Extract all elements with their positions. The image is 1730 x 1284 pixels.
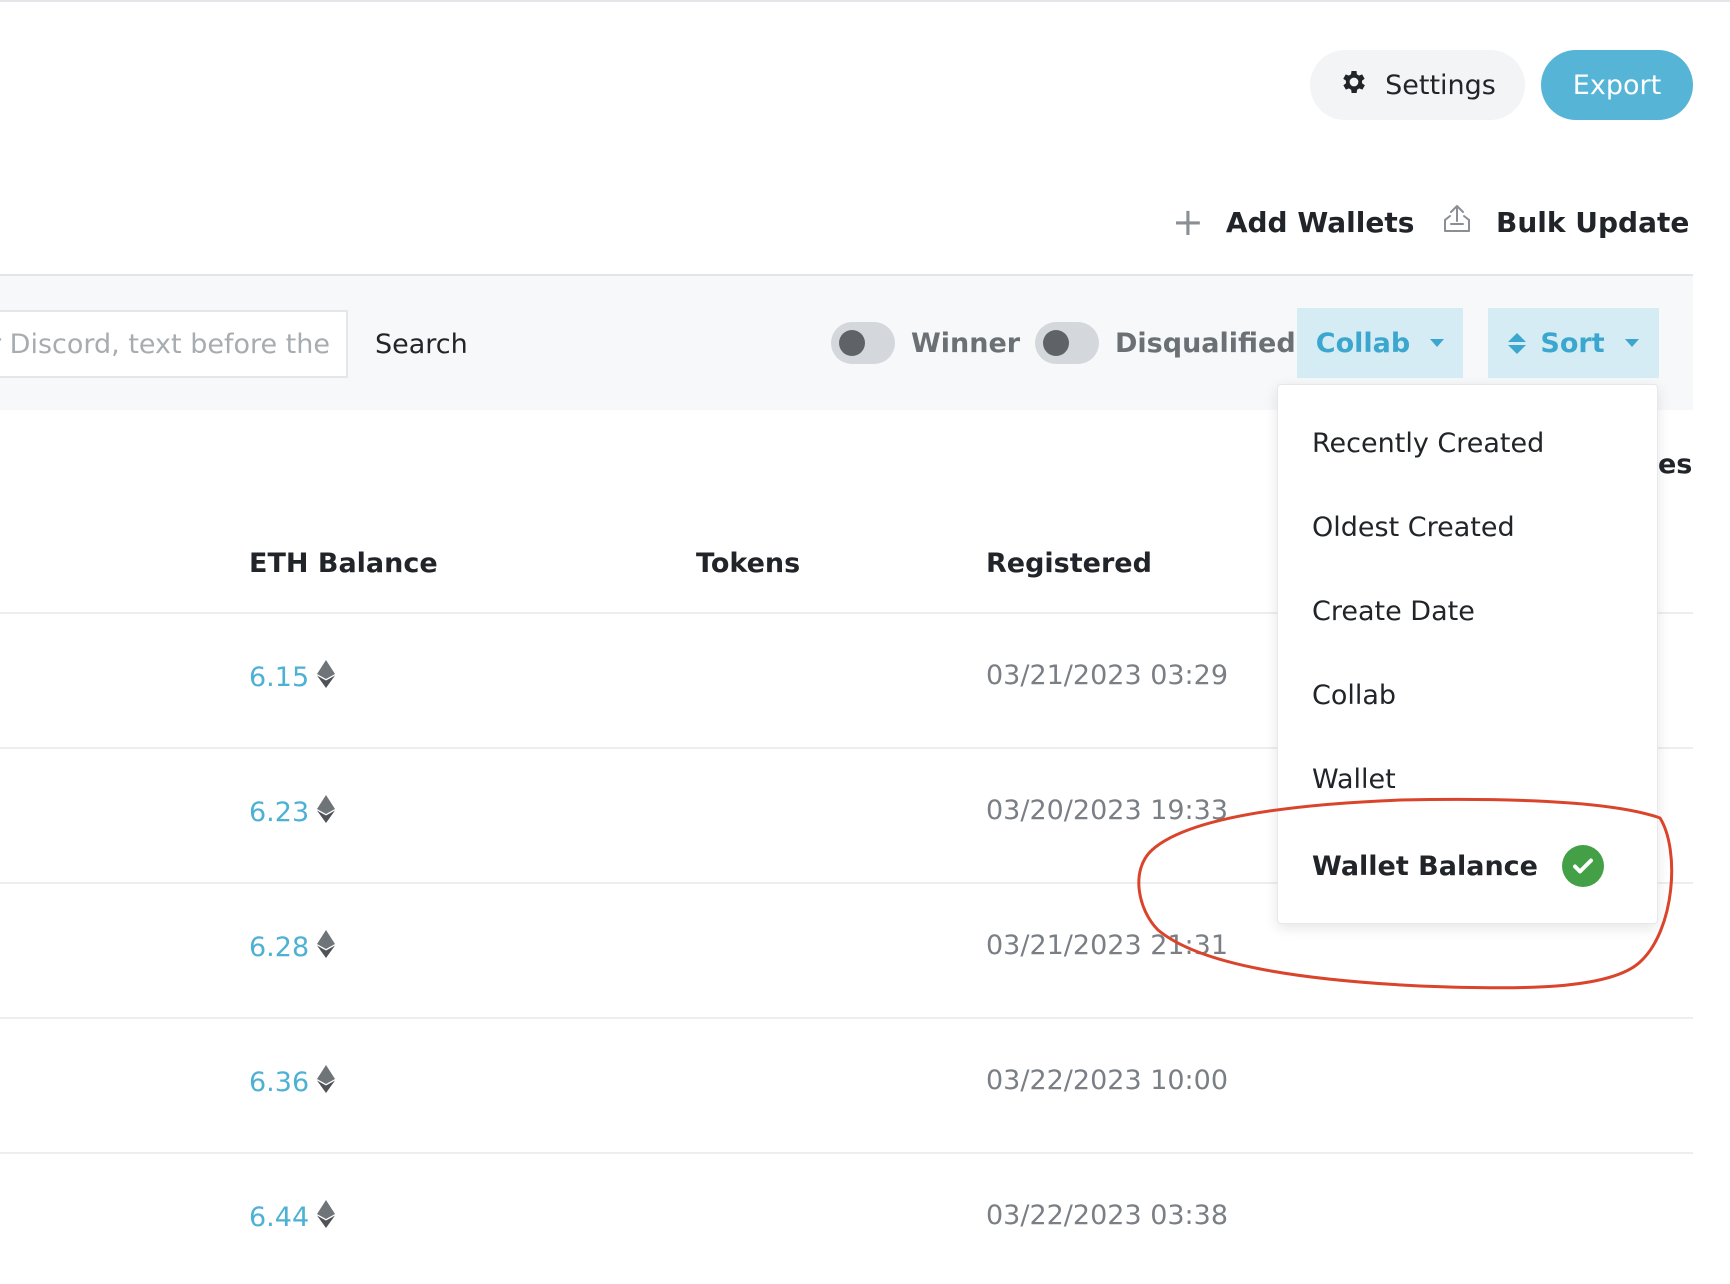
table-row-registered: 03/22/2023 10:00 xyxy=(986,1065,1229,1096)
sort-option-label: Wallet Balance xyxy=(1312,850,1538,882)
sort-option-create-date[interactable]: Create Date xyxy=(1312,589,1475,633)
column-header-registered[interactable]: Registered xyxy=(986,548,1152,579)
search-button[interactable]: Search xyxy=(375,318,468,370)
add-wallets-button[interactable]: + Add Wallets xyxy=(1172,200,1414,244)
upload-icon xyxy=(1440,202,1474,243)
sort-option-label: Wallet xyxy=(1312,763,1396,795)
table-row-registered: 03/21/2023 03:29 xyxy=(986,660,1229,691)
sort-option-label: Recently Created xyxy=(1312,427,1545,459)
disqualified-toggle[interactable] xyxy=(1035,322,1099,364)
sort-dropdown[interactable]: Sort xyxy=(1488,308,1659,378)
sort-option-label: Create Date xyxy=(1312,595,1475,627)
eth-value: 6.44 xyxy=(249,1202,310,1233)
row-divider xyxy=(0,1017,1693,1019)
disqualified-label: Disqualified xyxy=(1115,327,1296,359)
table-row-eth-balance[interactable]: 6.44 xyxy=(249,1200,336,1235)
sort-option-collab[interactable]: Collab xyxy=(1312,673,1396,717)
column-header-eth-balance[interactable]: ETH Balance xyxy=(249,548,438,579)
export-button[interactable]: Export xyxy=(1541,50,1693,120)
winner-toggle[interactable] xyxy=(831,322,895,364)
sort-option-label: Oldest Created xyxy=(1312,511,1515,543)
eth-value: 6.15 xyxy=(249,662,310,693)
sort-option-wallet[interactable]: Wallet xyxy=(1312,757,1396,801)
caret-down-icon xyxy=(1430,339,1445,347)
table-row-registered: 03/20/2023 19:33 xyxy=(986,795,1229,826)
collab-dropdown[interactable]: Collab xyxy=(1297,308,1463,378)
sort-option-label: Collab xyxy=(1312,679,1397,711)
caret-down-icon xyxy=(1624,339,1639,347)
sort-option-wallet-balance[interactable]: Wallet Balance xyxy=(1312,844,1604,888)
check-circle-icon xyxy=(1561,845,1604,887)
search-input[interactable] xyxy=(0,310,348,378)
eth-value: 6.23 xyxy=(249,797,310,828)
disqualified-toggle-knob xyxy=(1043,330,1069,356)
table-row-eth-balance[interactable]: 6.28 xyxy=(249,930,336,965)
row-divider xyxy=(0,1152,1693,1154)
sort-option-oldest-created[interactable]: Oldest Created xyxy=(1312,505,1515,549)
table-row-eth-balance[interactable]: 6.15 xyxy=(249,660,336,695)
column-header-tokens[interactable]: Tokens xyxy=(696,548,800,579)
sort-menu: Recently Created Oldest Created Create D… xyxy=(1277,384,1658,924)
winner-label: Winner xyxy=(911,327,1021,359)
settings-button[interactable]: Settings xyxy=(1310,50,1525,120)
table-row-registered: 03/21/2023 21:31 xyxy=(986,930,1229,961)
table-row-eth-balance[interactable]: 6.36 xyxy=(249,1065,336,1100)
eth-value: 6.36 xyxy=(249,1067,310,1098)
plus-icon: + xyxy=(1172,200,1204,244)
table-row-eth-balance[interactable]: 6.23 xyxy=(249,795,336,830)
export-label: Export xyxy=(1572,69,1662,101)
add-wallets-label: Add Wallets xyxy=(1225,205,1415,239)
ethereum-icon xyxy=(317,660,336,695)
bulk-update-button[interactable]: Bulk Update xyxy=(1440,200,1689,244)
ethereum-icon xyxy=(317,930,336,965)
settings-label: Settings xyxy=(1385,69,1496,101)
partial-column-header: es xyxy=(1658,449,1693,480)
gear-icon xyxy=(1339,67,1369,104)
bulk-update-label: Bulk Update xyxy=(1496,205,1690,239)
sort-dropdown-label: Sort xyxy=(1540,327,1605,359)
collab-dropdown-label: Collab xyxy=(1315,327,1411,359)
winner-toggle-knob xyxy=(839,330,865,356)
eth-value: 6.28 xyxy=(249,932,310,963)
top-divider xyxy=(0,0,1730,2)
sort-icon xyxy=(1508,332,1527,354)
ethereum-icon xyxy=(317,1200,336,1235)
ethereum-icon xyxy=(317,1065,336,1100)
table-row-registered: 03/22/2023 03:38 xyxy=(986,1200,1229,1231)
sort-option-recently-created[interactable]: Recently Created xyxy=(1312,421,1544,465)
ethereum-icon xyxy=(317,795,336,830)
